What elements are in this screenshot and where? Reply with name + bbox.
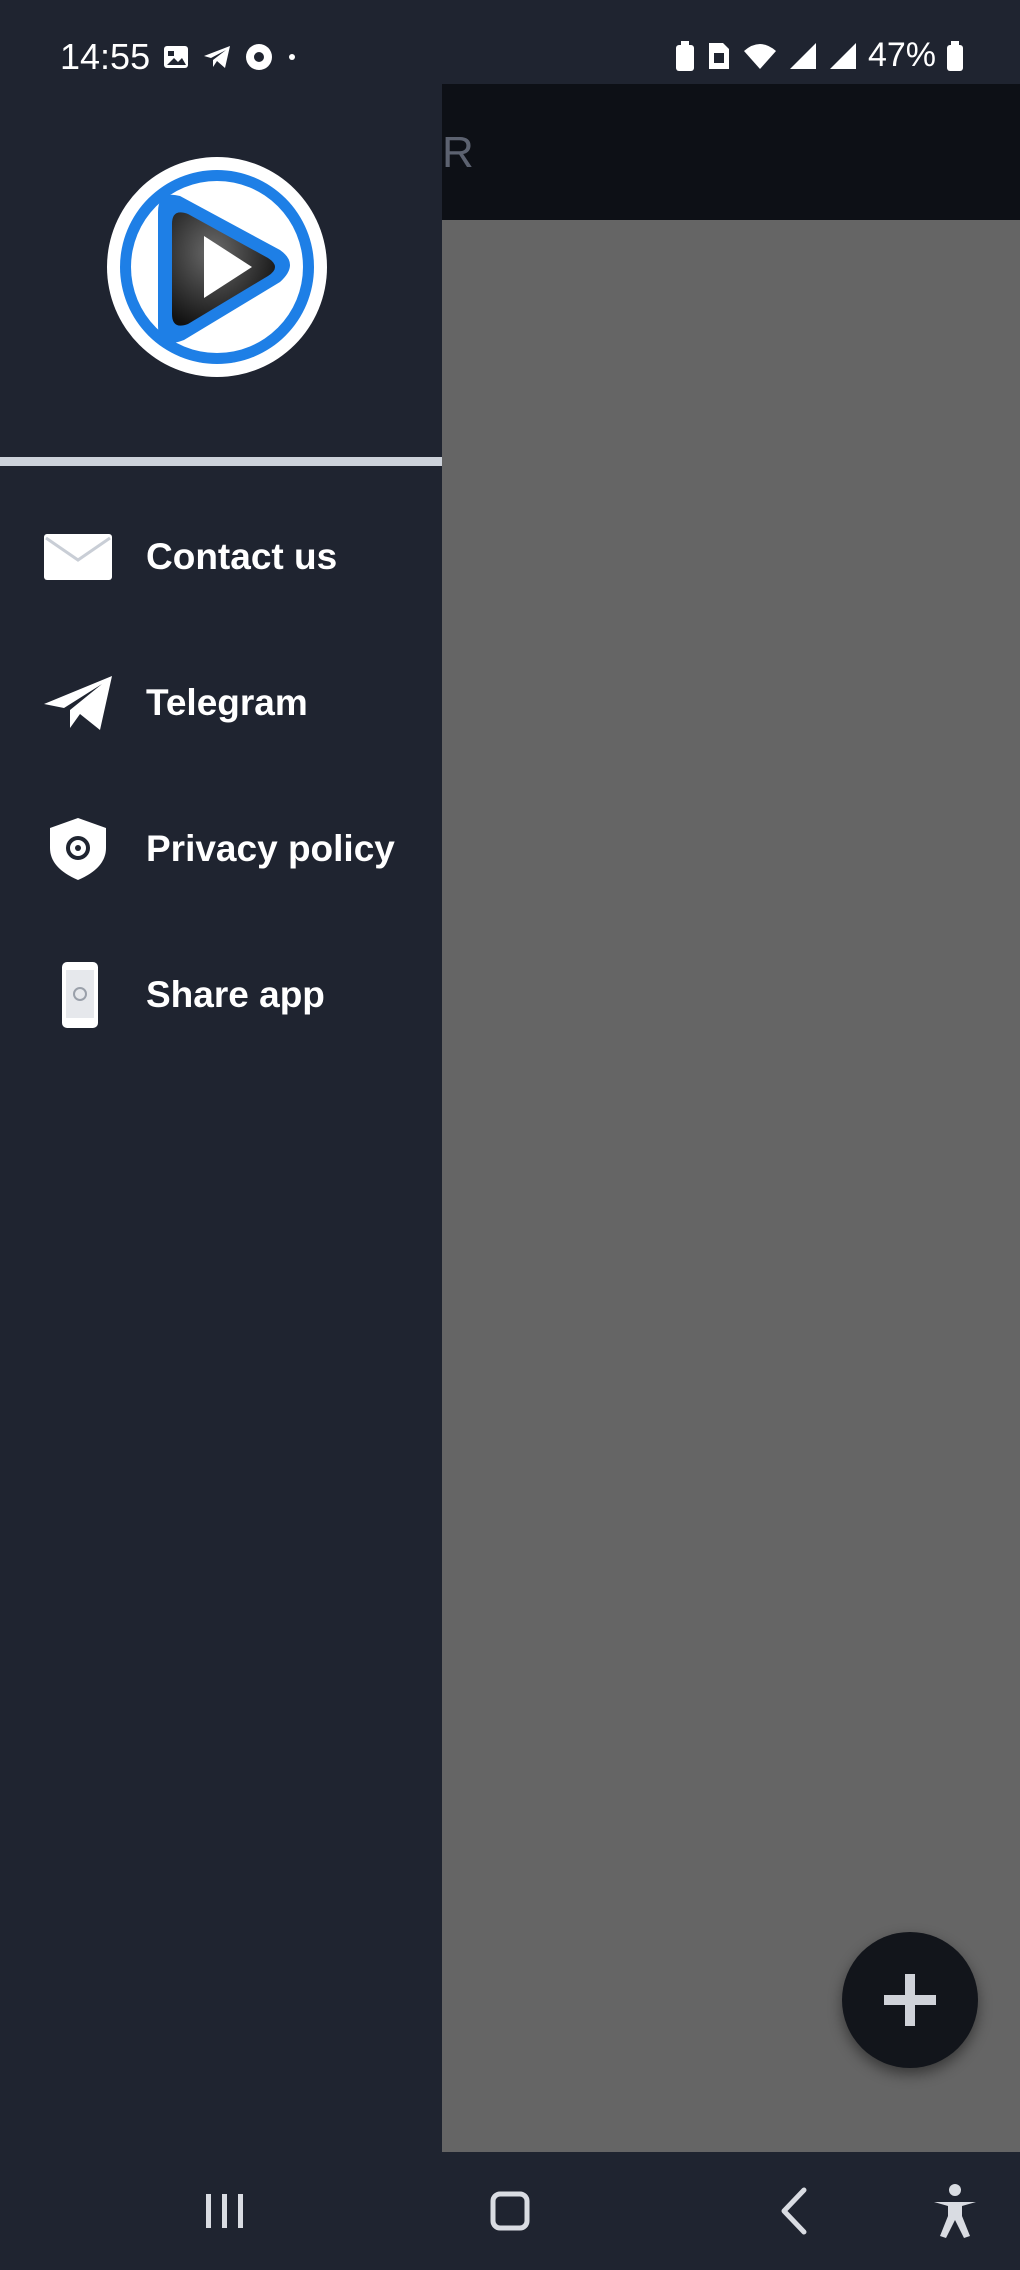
gallery-icon (164, 46, 189, 68)
signal-icon (789, 42, 816, 69)
back-icon[interactable] (760, 2176, 830, 2246)
mail-icon (44, 534, 112, 580)
home-icon[interactable] (475, 2176, 545, 2246)
recents-icon[interactable] (190, 2176, 260, 2246)
battery-icon (947, 40, 963, 71)
status-bar-left: 14:55 (60, 36, 298, 78)
status-bar: 14:55 47% (0, 0, 1020, 86)
menu-item-label: Telegram (146, 682, 308, 723)
phone-share-icon (62, 962, 98, 1028)
telegram-plane-icon (44, 676, 112, 730)
accessibility-icon[interactable] (920, 2176, 990, 2246)
sim-icon (708, 42, 729, 69)
wifi-icon (743, 43, 776, 69)
status-time: 14:55 (60, 36, 151, 77)
telegram-icon (204, 46, 231, 68)
menu-item-privacy-policy[interactable]: Privacy policy (0, 776, 442, 922)
battery-percent: 47% (867, 36, 936, 74)
drawer-header (0, 84, 442, 454)
drawer-divider (0, 457, 442, 466)
system-nav-bar (0, 2152, 1020, 2270)
menu-item-label: Contact us (146, 536, 338, 577)
menu-item-share-app[interactable]: Share app (0, 922, 442, 1068)
plus-icon (884, 1974, 936, 2026)
privacy-shield-icon (50, 818, 106, 880)
settings-icon (246, 44, 273, 70)
menu-item-contact-us[interactable]: Contact us (0, 484, 442, 630)
menu-item-telegram[interactable]: Telegram (0, 630, 442, 776)
add-button[interactable] (842, 1932, 978, 2068)
app-toolbar-title: R (442, 128, 475, 177)
app-toolbar: R (442, 84, 1020, 220)
battery-saver-icon (675, 40, 694, 71)
drawer-menu: Contact us Telegram Privacy policy Share… (0, 484, 442, 1068)
dot-icon (289, 54, 296, 60)
signal-icon (829, 42, 856, 69)
navigation-drawer: Contact us Telegram Privacy policy Share… (0, 84, 442, 2152)
menu-item-label: Share app (146, 974, 325, 1015)
menu-item-label: Privacy policy (146, 828, 395, 869)
play-logo-icon (107, 157, 327, 377)
app-content-scrim[interactable] (442, 220, 1020, 2152)
status-bar-right: 47% (674, 36, 964, 75)
